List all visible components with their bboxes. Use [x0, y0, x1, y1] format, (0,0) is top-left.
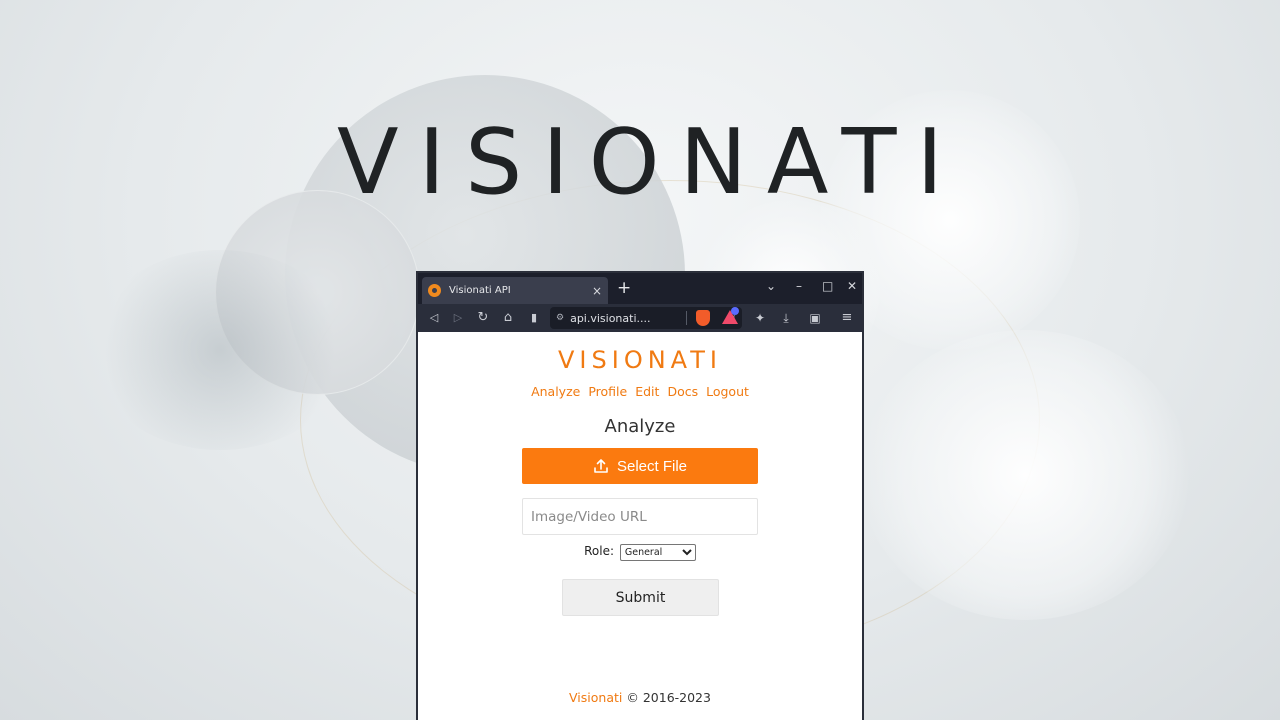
- select-file-label: Select File: [616, 457, 688, 475]
- back-icon[interactable]: ◁: [426, 310, 442, 326]
- background-cloud: [860, 330, 1190, 620]
- toolbar-divider: [686, 311, 687, 325]
- tab-title: Visionati API: [449, 285, 511, 296]
- submit-button[interactable]: Submit: [562, 579, 719, 616]
- browser-window: Visionati API × + ⌄ – □ ✕ ◁ ▷ ↻ ⌂ ▮ ⚙ ap…: [416, 271, 864, 720]
- browser-toolbar: ◁ ▷ ↻ ⌂ ▮ ⚙ api.visionati.... ⋖ ✦ ⤓ ▣ ≡: [418, 304, 862, 332]
- app-logo[interactable]: VISIONATI: [418, 346, 862, 374]
- nav-edit[interactable]: Edit: [635, 384, 659, 399]
- background-shadow: [90, 250, 350, 450]
- downloads-icon[interactable]: ⤓: [778, 310, 794, 326]
- brave-shields-icon[interactable]: [696, 310, 710, 326]
- wallet-icon[interactable]: ▣: [807, 310, 823, 326]
- role-select[interactable]: General: [619, 544, 696, 561]
- role-row: Role: General: [418, 544, 862, 561]
- select-file-button[interactable]: Select File: [522, 448, 758, 484]
- forward-icon[interactable]: ▷: [450, 310, 466, 326]
- nav-docs[interactable]: Docs: [667, 384, 698, 399]
- nav-profile[interactable]: Profile: [588, 384, 627, 399]
- maximize-icon[interactable]: □: [822, 279, 833, 293]
- new-tab-button[interactable]: +: [617, 278, 631, 298]
- reload-icon[interactable]: ↻: [475, 310, 491, 326]
- tab-list-icon[interactable]: ⌄: [766, 279, 776, 293]
- main-nav: Analyze Profile Edit Docs Logout: [418, 384, 862, 399]
- hero-title: VISIONATI: [336, 110, 964, 215]
- page-title: Analyze: [604, 416, 676, 437]
- upload-icon: [594, 459, 608, 473]
- image-url-input[interactable]: [522, 498, 758, 535]
- eye-icon: [428, 284, 441, 297]
- minimize-icon[interactable]: –: [796, 279, 802, 293]
- home-icon[interactable]: ⌂: [500, 310, 516, 326]
- tab-close-icon[interactable]: ×: [592, 284, 602, 298]
- footer-link[interactable]: Visionati: [569, 690, 622, 705]
- tab-bar: Visionati API × + ⌄ – □ ✕: [418, 273, 862, 304]
- menu-icon[interactable]: ≡: [839, 310, 855, 326]
- page-content: VISIONATI Analyze Profile Edit Docs Logo…: [418, 332, 862, 720]
- footer-copyright: © 2016-2023: [626, 690, 711, 705]
- footer: Visionati © 2016-2023: [418, 690, 862, 705]
- close-window-icon[interactable]: ✕: [847, 279, 857, 293]
- rewards-badge-icon: [731, 307, 739, 315]
- extensions-icon[interactable]: ✦: [752, 310, 768, 326]
- nav-logout[interactable]: Logout: [706, 384, 749, 399]
- browser-tab[interactable]: Visionati API ×: [422, 277, 608, 304]
- nav-analyze[interactable]: Analyze: [531, 384, 580, 399]
- bookmark-icon[interactable]: ▮: [526, 310, 542, 326]
- role-label: Role:: [584, 544, 615, 558]
- site-info-icon[interactable]: ⚙: [556, 313, 564, 323]
- address-bar[interactable]: ⚙ api.visionati.... ⋖: [550, 307, 742, 329]
